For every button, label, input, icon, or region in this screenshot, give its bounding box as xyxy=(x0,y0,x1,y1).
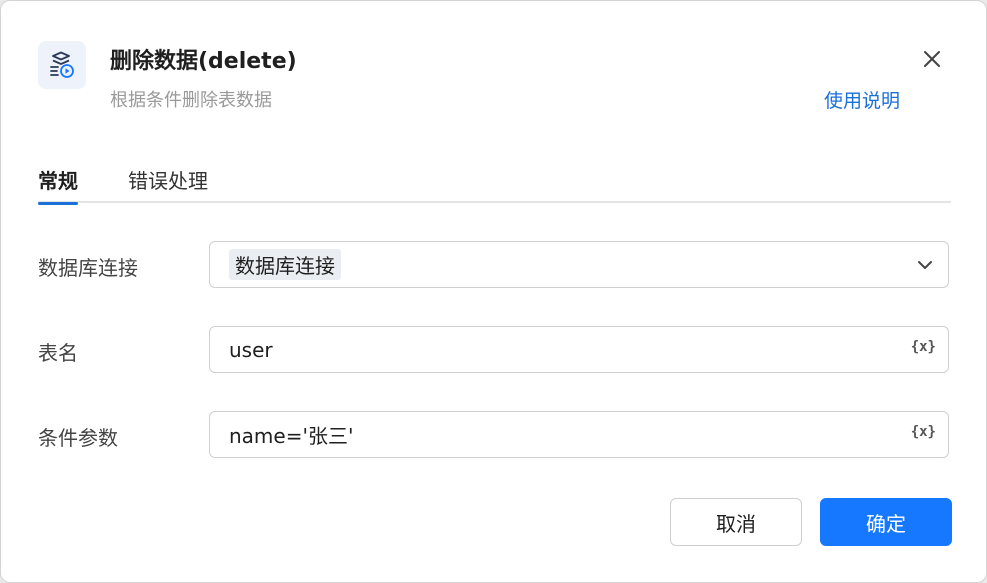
help-link[interactable]: 使用说明 xyxy=(824,86,900,113)
cancel-button[interactable]: 取消 xyxy=(670,498,802,546)
condition-label: 条件参数 xyxy=(38,426,118,450)
tab-error-handling[interactable]: 错误处理 xyxy=(128,165,208,203)
db-connection-select[interactable]: 数据库连接 xyxy=(209,241,949,288)
delete-data-dialog: 删除数据(delete) 根据条件删除表数据 使用说明 常规 错误处理 数据库连… xyxy=(0,0,987,583)
db-connection-tag: 数据库连接 xyxy=(229,249,341,280)
dialog-title: 删除数据(delete) xyxy=(110,49,297,74)
table-name-value: user xyxy=(229,337,273,362)
database-delete-icon xyxy=(38,41,86,89)
chevron-down-icon xyxy=(918,261,932,269)
table-name-label: 表名 xyxy=(38,341,78,365)
confirm-button[interactable]: 确定 xyxy=(820,498,952,546)
variable-icon[interactable]: {x} xyxy=(911,339,936,355)
close-button[interactable] xyxy=(918,45,946,73)
tab-bar: 常规 错误处理 xyxy=(38,161,951,205)
tab-general[interactable]: 常规 xyxy=(38,165,78,205)
db-connection-label: 数据库连接 xyxy=(38,256,138,280)
condition-input[interactable]: name='张三' {x} xyxy=(209,411,949,458)
condition-value: name='张三' xyxy=(229,424,354,448)
close-icon xyxy=(924,51,940,67)
dialog-subtitle: 根据条件删除表数据 xyxy=(110,90,272,111)
table-name-input[interactable]: user {x} xyxy=(209,326,949,373)
variable-icon[interactable]: {x} xyxy=(911,424,936,440)
